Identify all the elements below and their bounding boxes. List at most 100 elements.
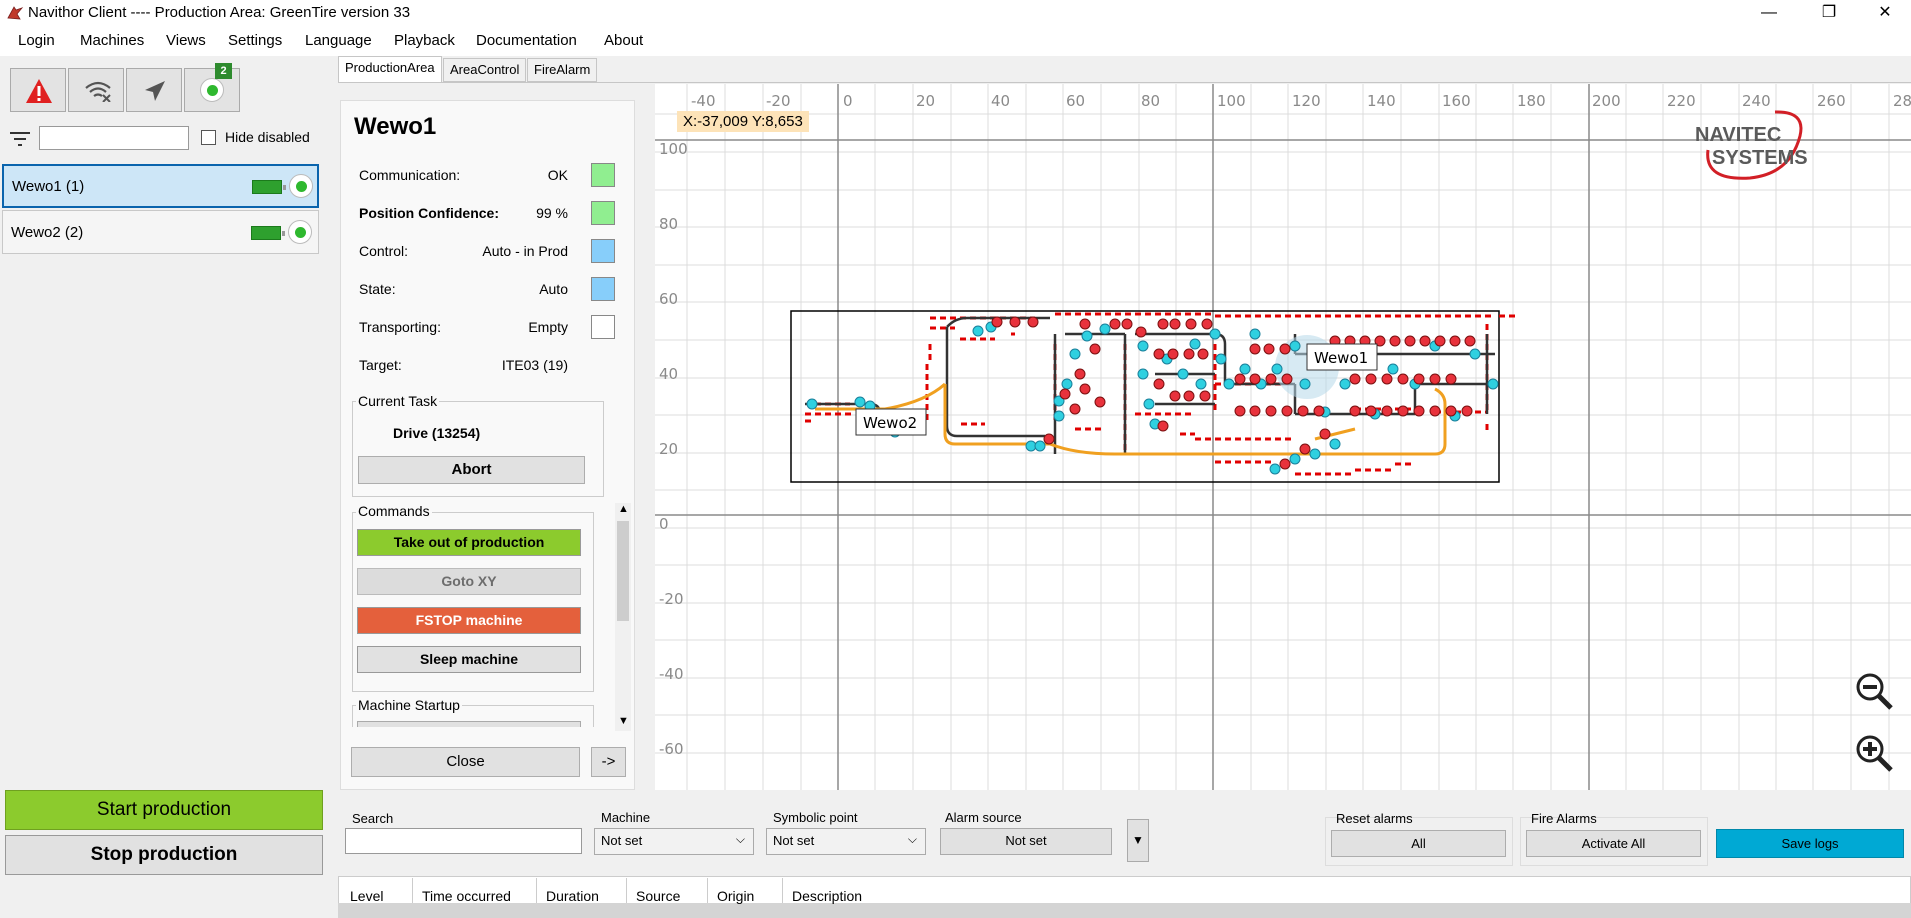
tab-strip-divider — [338, 82, 1911, 83]
alarm-source-label: Alarm source — [945, 810, 1022, 825]
y-tick-label: 20 — [659, 440, 678, 458]
commands-scrollbar[interactable]: ▲ ▼ — [615, 503, 631, 731]
menu-documentation[interactable]: Documentation — [476, 32, 577, 49]
column-header-description[interactable]: Description — [792, 888, 862, 904]
hide-disabled-checkbox[interactable] — [201, 130, 216, 145]
filter-icon — [10, 132, 30, 146]
zoom-in-icon[interactable] — [1855, 734, 1895, 774]
machine-filter-value: Not set — [601, 833, 643, 848]
symbolic-point-value: Not set — [773, 833, 815, 848]
search-label: Search — [352, 811, 394, 826]
machine-startup-title: Machine Startup — [356, 697, 462, 713]
property-label: Transporting: — [359, 319, 441, 335]
y-tick-label: -20 — [659, 590, 684, 608]
reset-all-alarms-button[interactable]: All — [1331, 830, 1506, 857]
machine-label: Wewo1 (1) — [12, 178, 85, 195]
y-tick-label: -40 — [659, 665, 684, 683]
menu-bar: Login Machines Views Settings Language P… — [0, 26, 1911, 56]
save-logs-button[interactable]: Save logs — [1716, 829, 1904, 858]
property-value: OK — [547, 167, 568, 183]
abort-button[interactable]: Abort — [358, 456, 585, 484]
online-status-icon — [200, 78, 224, 102]
zoom-out-icon[interactable] — [1855, 672, 1895, 712]
property-label: Position Confidence: — [359, 205, 499, 221]
machine-list-item[interactable]: Wewo1 (1) — [2, 164, 319, 208]
commands-title: Commands — [356, 503, 432, 519]
current-task-value: Drive (13254) — [393, 425, 481, 441]
logo-text-line1: NAVITEC — [1695, 124, 1782, 146]
column-header-source[interactable]: Source — [636, 888, 680, 904]
machine-label: Wewo2 (2) — [11, 224, 84, 241]
menu-playback[interactable]: Playback — [394, 32, 455, 49]
tab-area-control[interactable]: AreaControl — [443, 58, 527, 82]
menu-language[interactable]: Language — [305, 32, 372, 49]
cursor-coordinates: X:-37,009 Y:8,653 — [677, 111, 809, 132]
close-button[interactable]: Close — [351, 747, 580, 777]
scroll-up-icon[interactable]: ▲ — [618, 503, 629, 515]
next-arrow-button[interactable]: -> — [591, 747, 626, 777]
startup-button-partial[interactable] — [357, 721, 581, 727]
menu-about[interactable]: About — [604, 32, 643, 49]
manual-mode-filter-button[interactable] — [126, 68, 182, 112]
y-tick-label: 80 — [659, 215, 678, 233]
activate-all-fire-alarms-button[interactable]: Activate All — [1526, 830, 1701, 857]
status-online-icon — [289, 174, 313, 198]
x-tick-label: 200 — [1592, 92, 1621, 110]
sleep-machine-button[interactable]: Sleep machine — [357, 646, 581, 673]
machine-filter-select[interactable]: Not set ⌵ — [594, 828, 754, 855]
goto-xy-button[interactable]: Goto XY — [357, 568, 581, 595]
fstop-machine-button[interactable]: FSTOP machine — [357, 607, 581, 634]
scroll-down-icon[interactable]: ▼ — [618, 715, 629, 727]
vehicle-label-wewo1: Wewo1 — [1306, 343, 1378, 371]
status-indicator — [591, 315, 615, 339]
property-value: Auto - in Prod — [482, 243, 568, 259]
column-header-time-occurred[interactable]: Time occurred — [422, 888, 511, 904]
production-area-map[interactable]: -40 -20 0 20 40 60 80 100 120 140 160 18… — [655, 84, 1911, 790]
machine-filter-input[interactable] — [39, 126, 189, 150]
scroll-thumb[interactable] — [617, 521, 629, 621]
column-header-duration[interactable]: Duration — [546, 888, 599, 904]
reset-alarms-label: Reset alarms — [1336, 811, 1413, 826]
machine-name-heading: Wewo1 — [354, 113, 437, 140]
machine-list-item[interactable]: Wewo2 (2) — [2, 210, 319, 254]
column-divider — [626, 878, 627, 903]
column-divider — [412, 878, 413, 903]
symbolic-point-label: Symbolic point — [773, 810, 858, 825]
status-indicator — [591, 201, 615, 225]
wifi-off-icon — [85, 81, 111, 102]
tab-production-area[interactable]: ProductionArea — [338, 56, 442, 83]
close-window-button[interactable]: ✕ — [1862, 0, 1908, 26]
start-production-button[interactable]: Start production — [5, 790, 323, 830]
expand-filters-button[interactable]: ▼ — [1127, 819, 1149, 862]
minimize-button[interactable]: — — [1746, 0, 1792, 26]
restore-button[interactable]: ❐ — [1806, 0, 1852, 26]
vehicle-label: Wewo1 — [1314, 349, 1368, 367]
take-out-of-production-button[interactable]: Take out of production — [357, 529, 581, 556]
alarm-source-select[interactable]: Not set — [940, 828, 1112, 855]
stop-production-button[interactable]: Stop production — [5, 835, 323, 875]
column-header-origin[interactable]: Origin — [717, 888, 754, 904]
property-label: Target: — [359, 357, 402, 373]
column-header-level[interactable]: Level — [350, 888, 383, 904]
column-divider — [707, 878, 708, 903]
alarms-filter-button[interactable] — [10, 68, 66, 112]
tab-fire-alarm[interactable]: FireAlarm — [527, 58, 598, 82]
menu-machines[interactable]: Machines — [80, 32, 144, 49]
battery-icon — [252, 180, 286, 194]
online-count-badge: 2 — [215, 63, 232, 79]
chevron-down-icon: ⌵ — [907, 832, 917, 846]
log-search-input[interactable] — [345, 828, 582, 854]
x-tick-label: 28 — [1893, 92, 1911, 110]
symbolic-point-select[interactable]: Not set ⌵ — [766, 828, 926, 855]
property-label: State: — [359, 281, 396, 297]
x-tick-label: 120 — [1292, 92, 1321, 110]
property-value: Empty — [528, 319, 568, 335]
menu-views[interactable]: Views — [166, 32, 206, 49]
menu-settings[interactable]: Settings — [228, 32, 282, 49]
menu-login[interactable]: Login — [18, 32, 55, 49]
x-tick-label: 140 — [1367, 92, 1396, 110]
property-value: Auto — [539, 281, 568, 297]
offline-filter-button[interactable] — [68, 68, 124, 112]
alarm-source-value: Not set — [1005, 833, 1047, 848]
x-tick-label: 20 — [916, 92, 935, 110]
